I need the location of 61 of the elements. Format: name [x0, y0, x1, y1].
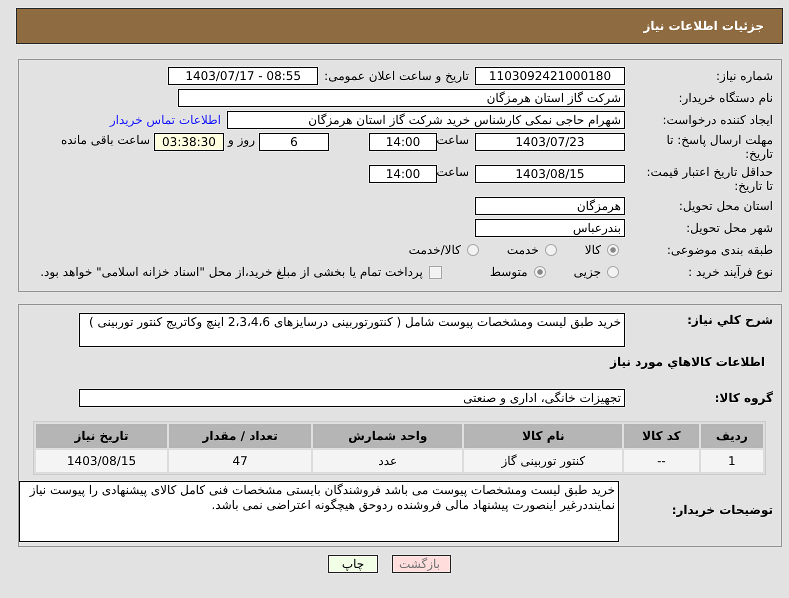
field-label: تاریخ و ساعت اعلان عمومی:: [323, 69, 470, 83]
table-cell: 1: [700, 450, 763, 472]
description-box: خرید طبق لیست ومشخصات پیوست شامل ( کنتورتوربینی درسایزهای 2،3،4،6 اینچ وکاتریج کنتور توربینی ): [79, 313, 625, 347]
checkbox[interactable]: [428, 266, 442, 278]
buyer-org-field: شرکت گاز استان هرمزگان: [178, 89, 625, 107]
table-cell: --: [624, 450, 699, 472]
table-cell: عدد: [313, 450, 462, 472]
column-header: ردیف: [700, 424, 763, 448]
creator-field: شهرام حاجی نمکی کارشناس خرید شرکت گاز استان هرمزگان: [227, 111, 625, 129]
field-label: نام دستگاه خریدار:: [678, 91, 773, 105]
announce-field: 1403/07/17 - 08:55: [168, 67, 318, 85]
time-field: 14:00: [369, 165, 437, 183]
section-title: اطلاعات کالاهاي مورد نياز: [610, 355, 765, 369]
radio-button[interactable]: [534, 266, 546, 278]
radio-button[interactable]: [607, 266, 619, 278]
field-label: شهر محل تحویل:: [685, 221, 773, 235]
radio-button[interactable]: [607, 244, 619, 256]
field-label: استان محل تحویل:: [678, 199, 773, 213]
field-label: طبقه بندی موضوعی:: [666, 243, 773, 257]
column-header: تاریخ نیاز: [36, 424, 168, 448]
table-cell: 47: [169, 450, 312, 472]
checkbox-label: پرداخت تمام یا بخشی از مبلغ خرید،از محل "اسناد خزانه اسلامی" خواهد بود.: [40, 265, 423, 279]
table-cell: 1403/08/15: [36, 450, 168, 472]
time-field: 14:00: [369, 133, 437, 151]
radio-label: کالا: [584, 243, 601, 257]
province-field: هرمزگان: [475, 197, 625, 215]
radio-button[interactable]: [466, 244, 479, 256]
field-label: نوع فرآیند خرید :: [687, 265, 773, 279]
city-field: بندرعباس: [475, 219, 625, 237]
field-label: ساعت: [437, 133, 470, 147]
field-label: شماره نیاز:: [715, 69, 773, 83]
column-header: واحد شمارش: [313, 424, 462, 448]
field-label: توضیحات خریدار:: [670, 503, 773, 517]
column-header: نام کالا: [464, 424, 622, 448]
column-header: تعداد / مقدار: [169, 424, 312, 448]
date-field: 1403/08/15: [475, 165, 625, 183]
table-cell: کنتور توربینی گاز: [464, 450, 622, 472]
field-label: حداقل تاریخ اعتبار قیمت: تا تاریخ:: [645, 165, 773, 193]
buyer-notes-box: خرید طبق لیست ومشخصات پیوست می باشد فروشندگان بایستی مشخصات فنی کامل کالای پیشنهادی را پیوست نیاز نماینددرغیر اینصورت پیشنهاد مالی فروشنده ردوحق هیچگونه اعتراضی نمی باشد.: [19, 481, 619, 542]
remaining-time-field: 03:38:30: [154, 133, 224, 151]
need-number-field: 1103092421000180: [475, 67, 625, 85]
radio-label: جزیی: [574, 265, 601, 279]
column-header: کد کالا: [624, 424, 699, 448]
contact-link[interactable]: اطلاعات تماس خریدار: [110, 113, 221, 127]
field-label: ایجاد کننده درخواست:: [661, 113, 773, 127]
field-label: گروه کالا:: [714, 391, 773, 405]
radio-label: کالا/خدمت: [408, 243, 461, 257]
radio-label: خدمت: [506, 243, 539, 257]
field-label: ساعت باقی مانده: [60, 133, 151, 147]
page-title: جزئیات اطلاعات نیاز: [643, 19, 764, 33]
field-label: ساعت: [437, 165, 470, 179]
radio-button[interactable]: [544, 244, 557, 256]
date-field: 1403/07/23: [475, 133, 625, 151]
print-button[interactable]: چاپ: [328, 555, 378, 573]
back-button[interactable]: بازگشت: [392, 555, 451, 573]
field-label: روز و: [226, 133, 256, 147]
days-field: 6: [259, 133, 329, 151]
field-label: مهلت ارسال پاسخ: تا تاریخ:: [665, 133, 773, 161]
field-label: شرح کلي نياز:: [686, 313, 773, 327]
radio-label: متوسط: [490, 265, 528, 279]
goods-group-field: تجهیزات خانگی، اداری و صنعتی: [79, 389, 625, 407]
